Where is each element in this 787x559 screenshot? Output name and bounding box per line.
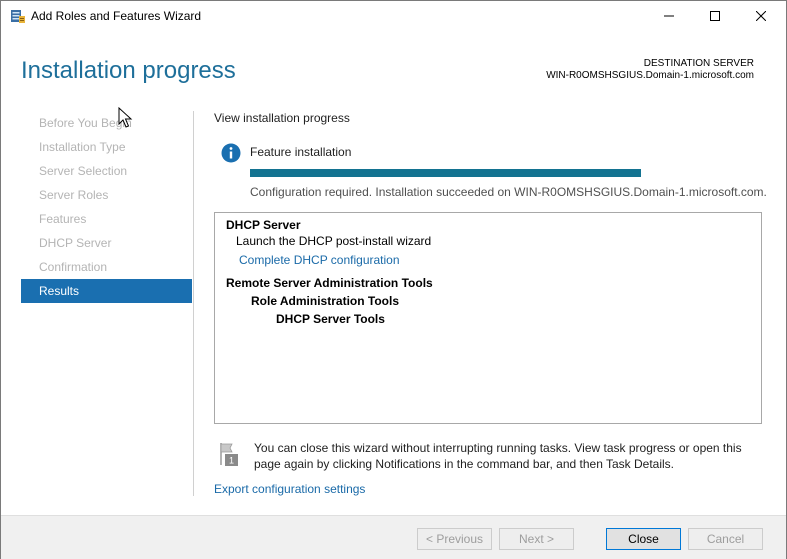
nav-item-server-roles: Server Roles (39, 188, 109, 202)
view-progress-label: View installation progress (214, 111, 350, 125)
nav-item-before-you-begin: Before You Begin (39, 116, 132, 130)
wizard-footer: < Previous Next > Close Cancel (1, 515, 786, 559)
maximize-icon (710, 11, 720, 21)
nav-item-server-selection: Server Selection (39, 164, 128, 178)
export-configuration-link[interactable]: Export configuration settings (214, 482, 365, 496)
close-wizard-note: You can close this wizard without interr… (254, 441, 742, 471)
result-launch-wizard: Launch the DHCP post-install wizard (236, 234, 432, 248)
title-bar: Add Roles and Features Wizard (1, 1, 786, 31)
nav-item-dhcp-server: DHCP Server (39, 236, 112, 250)
cancel-button[interactable]: Cancel (688, 528, 763, 550)
nav-item-confirmation: Confirmation (39, 260, 108, 274)
result-rsat: Remote Server Administration Tools (226, 276, 433, 290)
maximize-button[interactable] (692, 1, 738, 31)
notification-flag-icon: 1 (220, 443, 238, 466)
minimize-icon (664, 15, 674, 17)
destination-server-name: WIN-R0OMSHSGIUS.Domain-1.microsoft.com (546, 70, 754, 81)
nav-item-features: Features (39, 212, 87, 226)
feature-installation-label: Feature installation (250, 145, 352, 159)
close-icon (756, 11, 766, 21)
nav-divider (193, 111, 194, 496)
nav-item-installation-type: Installation Type (39, 140, 126, 154)
progress-bar-fill (250, 169, 641, 177)
close-window-button[interactable] (738, 1, 784, 31)
result-dhcp-server: DHCP Server (226, 218, 301, 232)
minimize-button[interactable] (646, 1, 692, 31)
results-list: DHCP Server Launch the DHCP post-install… (214, 212, 762, 424)
result-dhcp-server-tools: DHCP Server Tools (276, 312, 385, 326)
mouse-pointer-icon (118, 107, 133, 128)
installation-progress-bar (250, 169, 641, 177)
next-button[interactable]: Next > (499, 528, 574, 550)
nav-item-results[interactable]: Results (21, 279, 192, 303)
notification-badge-count: 1 (229, 456, 234, 466)
window-title: Add Roles and Features Wizard (31, 9, 202, 23)
server-manager-icon (11, 10, 25, 23)
destination-server-label: DESTINATION SERVER (643, 58, 754, 69)
installation-status-text: Configuration required. Installation suc… (250, 185, 767, 199)
wizard-steps-nav: Before You Begin Installation Type Serve… (21, 111, 192, 303)
result-role-admin-tools: Role Administration Tools (251, 294, 400, 308)
info-icon (221, 143, 241, 163)
complete-dhcp-configuration-link[interactable]: Complete DHCP configuration (239, 253, 400, 267)
close-button[interactable]: Close (606, 528, 681, 550)
wizard-window: Add Roles and Features Wizard Installati… (0, 0, 787, 559)
page-title: Installation progress (21, 57, 236, 84)
previous-button[interactable]: < Previous (417, 528, 492, 550)
